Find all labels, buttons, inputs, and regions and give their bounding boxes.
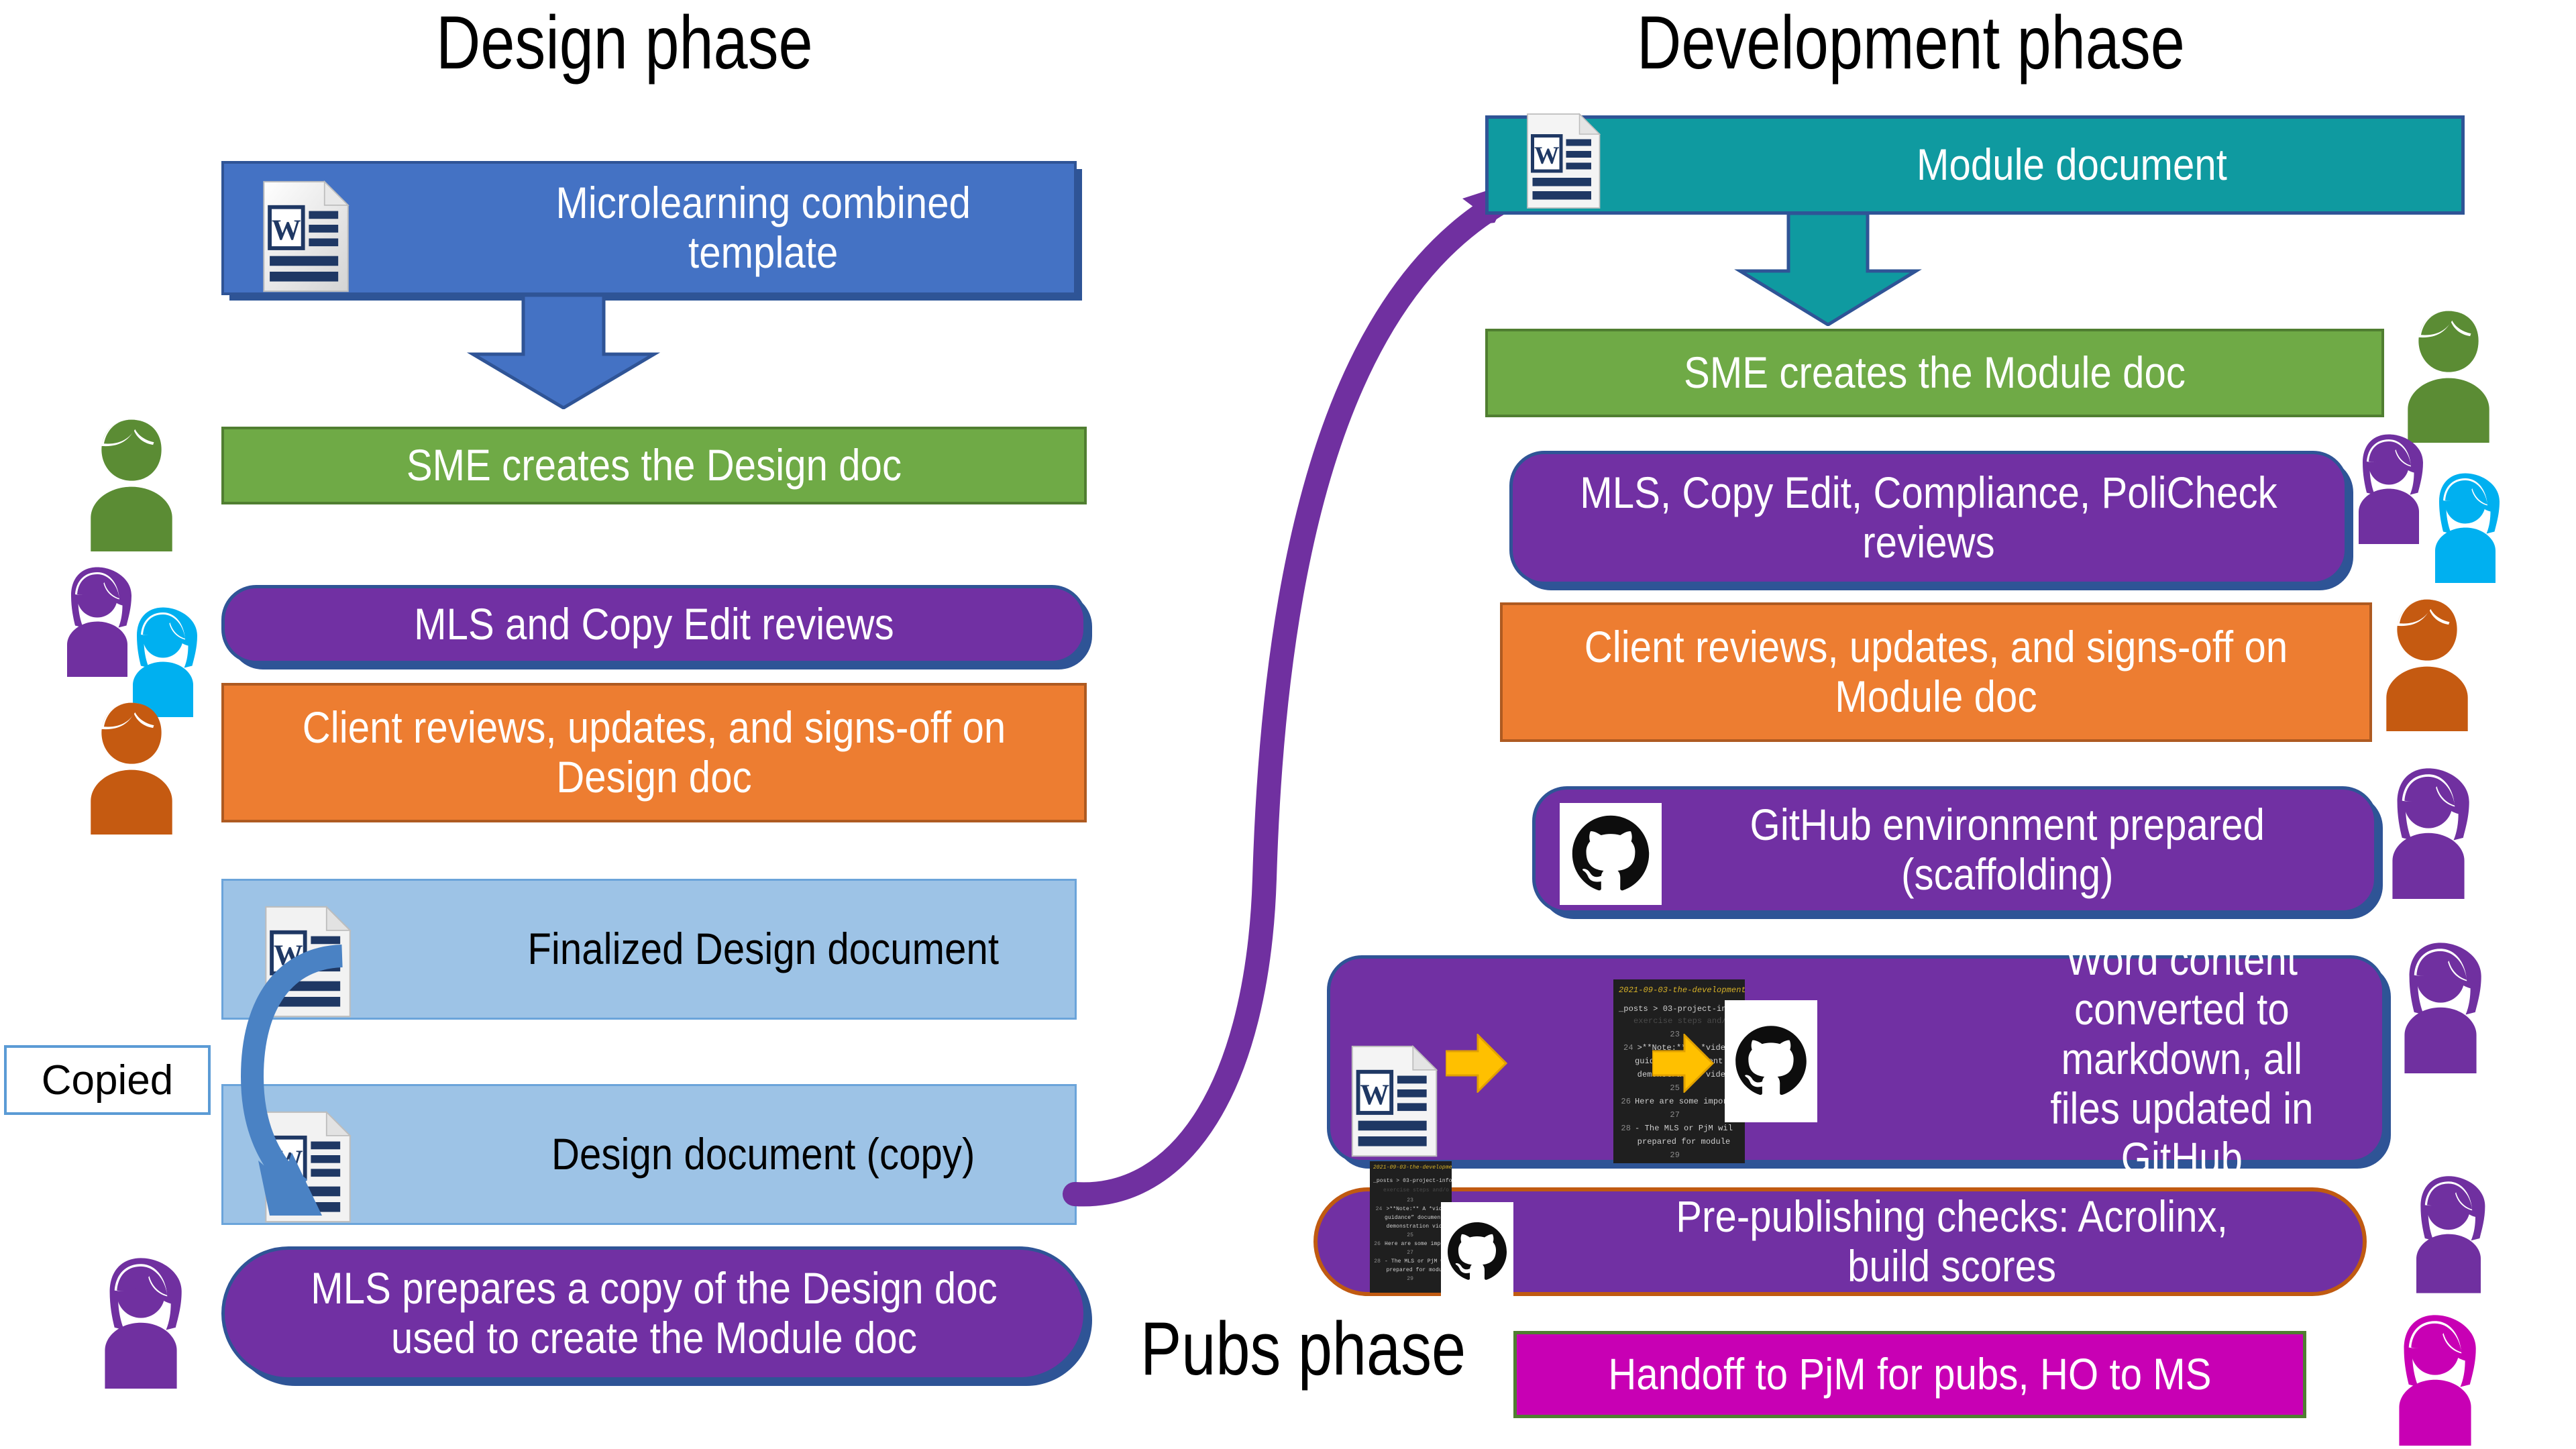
code-line: 25	[1407, 1232, 1413, 1238]
svg-text:W: W	[1534, 142, 1560, 170]
dev-box-label: GitHub environment prepared (scaffolding…	[1750, 800, 2265, 899]
svg-text:W: W	[272, 213, 301, 246]
code-line: 27	[1407, 1250, 1413, 1256]
design-box-label: Client reviews, updates, and signs-off o…	[302, 702, 1006, 802]
design-box-label: MLS prepares a copy of the Design doc us…	[311, 1263, 998, 1362]
dev-box-github-environment[interactable]: GitHub environment prepared (scaffolding…	[1532, 786, 2377, 914]
design-box-sme-design-doc[interactable]: SME creates the Design doc	[221, 427, 1087, 504]
word-doc-icon: W	[1514, 111, 1615, 211]
pubs-box-label: Handoff to PjM for pubs, HO to MS	[1608, 1349, 2212, 1399]
code-line: 28- The MLS or PjM wil	[1374, 1258, 1451, 1265]
avatar-client-dev	[2367, 597, 2487, 731]
svg-text:W: W	[274, 938, 303, 971]
design-box-label: SME creates the Design doc	[406, 440, 902, 490]
design-box-label: Microlearning combined template	[555, 178, 971, 277]
copied-label: Copied	[41, 1057, 174, 1104]
dev-box-sme-module-doc[interactable]: SME creates the Module doc	[1485, 329, 2384, 417]
yellow-arrow-icon-1	[1444, 1032, 1508, 1094]
dev-box-pre-publishing-checks[interactable]: 2021-09-03-the-development-ph _posts > 0…	[1313, 1161, 2367, 1301]
code-snippet-ghost-line: exercise steps and/o	[1383, 1187, 1450, 1193]
code-line: 23	[1407, 1197, 1413, 1203]
design-box-label: MLS and Copy Edit reviews	[414, 599, 894, 649]
markdown-code-snippet-small: 2021-09-03-the-development-ph _posts > 0…	[1370, 1161, 1452, 1293]
design-box-client-signoff-design[interactable]: Client reviews, updates, and signs-off o…	[221, 683, 1087, 822]
avatar-markdown	[2380, 939, 2501, 1073]
dev-box-label: Client reviews, updates, and signs-off o…	[1584, 622, 2288, 721]
word-doc-icon: W	[250, 1108, 368, 1226]
dev-box-label: MLS, Copy Edit, Compliance, PoliCheck re…	[1580, 468, 2277, 567]
phase-title-design: Design phase	[436, 1, 813, 85]
phase-title-pubs: Pubs phase	[1140, 1307, 1466, 1391]
avatar-prepublish	[2395, 1173, 2502, 1293]
code-snippet-lines: 23 24>**Note:** A *video guidance” documen…	[1371, 1196, 1450, 1283]
word-doc-icon: W	[250, 903, 368, 1020]
avatar-github-scaffold	[2368, 765, 2489, 899]
dev-box-label: Module document	[1917, 140, 2228, 190]
copied-label-box: Copied	[4, 1045, 211, 1115]
dev-box-word-to-markdown[interactable]: W 2021-09-03-the-development-ph _posts >…	[1327, 934, 2385, 1183]
code-line: demonstration video	[1386, 1224, 1449, 1230]
dev-box-compliance-reviews[interactable]: MLS, Copy Edit, Compliance, PoliCheck re…	[1509, 451, 2348, 585]
dev-box-module-document[interactable]: W Module document	[1485, 113, 2465, 215]
code-line: guidance” document p	[1385, 1215, 1451, 1221]
design-box-mls-copyedit-reviews[interactable]: MLS and Copy Edit reviews	[221, 585, 1087, 664]
pubs-box-handoff-pjm[interactable]: Handoff to PjM for pubs, HO to MS	[1513, 1331, 2306, 1418]
dev-box-label: Word content converted to markdown, all …	[2050, 934, 2314, 1183]
avatar-sme-dev	[2388, 309, 2509, 443]
dev-box-client-signoff-module[interactable]: Client reviews, updates, and signs-off o…	[1500, 602, 2372, 742]
code-line: 29	[1407, 1276, 1413, 1282]
design-box-finalized-design-document[interactable]: W Finalized Design document	[221, 879, 1077, 1020]
svg-text:W: W	[1360, 1078, 1389, 1110]
word-doc-icon: W	[248, 178, 366, 295]
svg-text:W: W	[274, 1144, 303, 1176]
code-line: prepared for module	[1386, 1267, 1449, 1273]
code-snippet-title: 2021-09-03-the-development-ph	[1373, 1165, 1452, 1171]
word-doc-icon: W	[1345, 1042, 1446, 1160]
phase-title-development: Development phase	[1637, 1, 2185, 85]
design-box-label: Design document (copy)	[551, 1129, 975, 1179]
avatar-sme-design	[71, 417, 192, 551]
chevron-down-icon-design	[463, 295, 664, 409]
design-box-microlearning-template[interactable]: W Microlearning combined template	[221, 161, 1077, 295]
avatar-pubs	[2375, 1311, 2496, 1446]
dev-box-label: SME creates the Module doc	[1683, 347, 2186, 398]
code-line: 24>**Note:** A *video	[1375, 1206, 1449, 1212]
code-snippet-breadcrumb: _posts > 03-project-info > 2021	[1373, 1178, 1452, 1184]
avatar-copyedit-dev	[2415, 470, 2516, 584]
chevron-down-icon-development	[1731, 213, 1925, 326]
dev-box-label: Pre-publishing checks: Acrolinx, build s…	[1676, 1191, 2228, 1291]
design-box-design-document-copy[interactable]: W Design document (copy)	[221, 1084, 1077, 1225]
code-line: 26 Here are some import	[1374, 1241, 1451, 1247]
avatar-mls-copy	[80, 1254, 201, 1389]
design-box-mls-prepares-copy[interactable]: MLS prepares a copy of the Design doc us…	[221, 1246, 1087, 1381]
design-box-label: Finalized Design document	[527, 924, 1000, 974]
avatar-client-design	[71, 700, 192, 835]
flowchart-canvas: Design phase Development phase Pubs phas…	[0, 0, 2576, 1449]
